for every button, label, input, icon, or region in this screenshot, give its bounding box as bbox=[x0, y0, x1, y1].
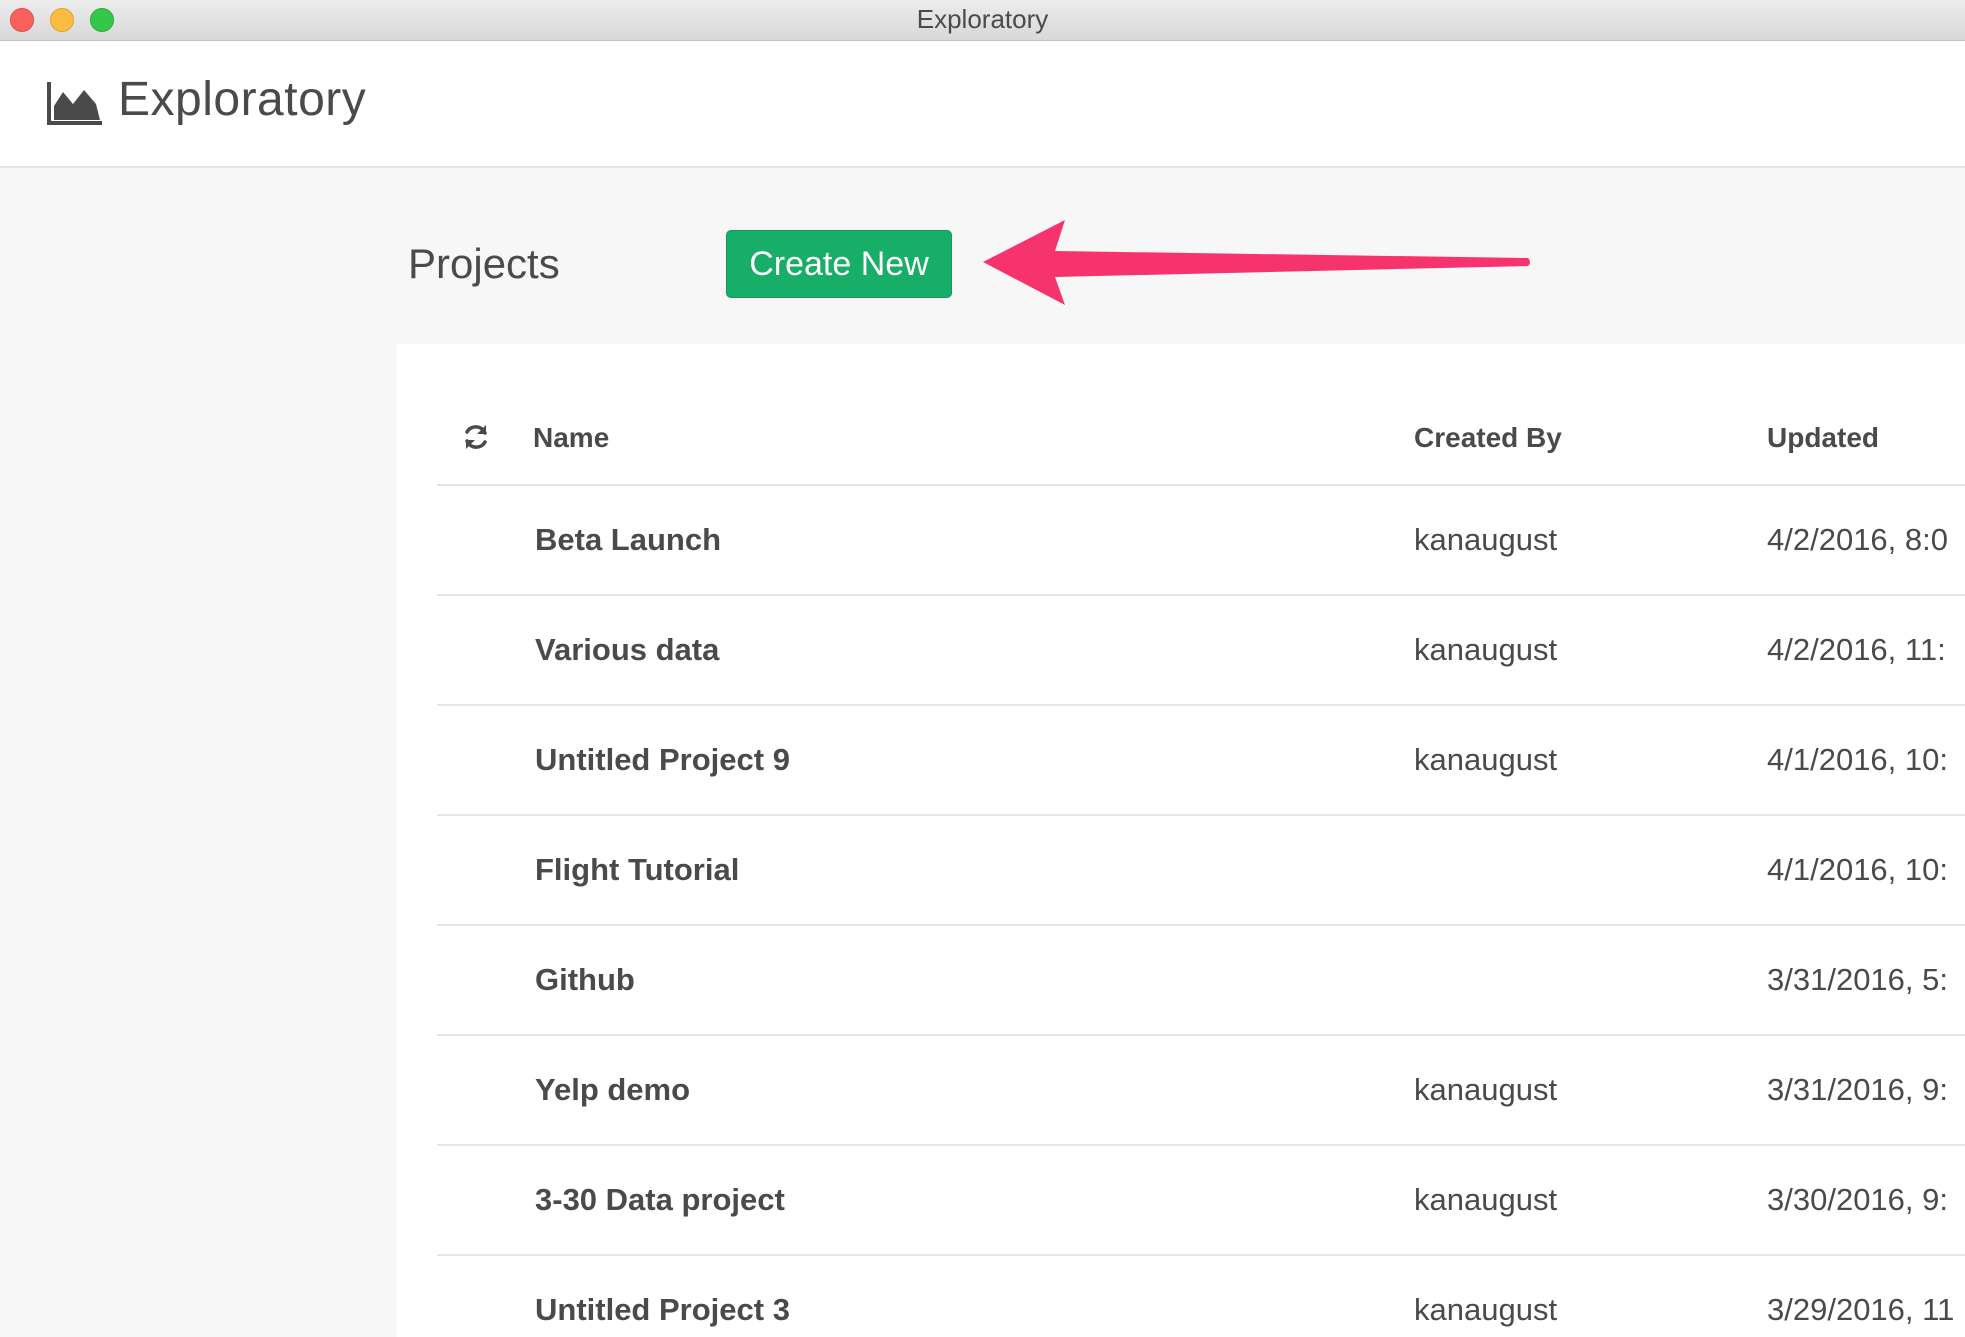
project-name[interactable]: Untitled Project 9 bbox=[535, 742, 790, 778]
project-updated: 3/29/2016, 11 bbox=[1767, 1292, 1955, 1327]
projects-list: Beta Launch kanaugust 4/2/2016, 8:0 Vari… bbox=[437, 486, 1965, 1337]
column-header-updated[interactable]: Updated bbox=[1767, 422, 1879, 454]
project-updated: 4/1/2016, 10: bbox=[1767, 742, 1948, 777]
window-titlebar: Exploratory bbox=[0, 0, 1965, 41]
project-name[interactable]: Flight Tutorial bbox=[535, 852, 739, 888]
projects-table-card: Name Created By Updated Beta Launch kana… bbox=[397, 344, 1965, 1337]
column-header-created-by[interactable]: Created By bbox=[1414, 422, 1562, 454]
column-header-name[interactable]: Name bbox=[533, 422, 609, 454]
project-name[interactable]: Untitled Project 3 bbox=[535, 1292, 790, 1328]
project-updated: 4/2/2016, 8:0 bbox=[1767, 522, 1948, 557]
project-name[interactable]: Beta Launch bbox=[535, 522, 721, 558]
project-updated: 3/30/2016, 9: bbox=[1767, 1182, 1948, 1217]
project-updated: 4/2/2016, 11: bbox=[1767, 632, 1946, 667]
table-row[interactable]: Untitled Project 3 kanaugust 3/29/2016, … bbox=[437, 1256, 1965, 1337]
project-updated: 4/1/2016, 10: bbox=[1767, 852, 1948, 887]
refresh-icon[interactable] bbox=[461, 422, 491, 452]
project-name[interactable]: 3-30 Data project bbox=[535, 1182, 785, 1218]
create-new-button[interactable]: Create New bbox=[726, 230, 952, 298]
area-chart-icon bbox=[47, 82, 102, 125]
table-row[interactable]: Untitled Project 9 kanaugust 4/1/2016, 1… bbox=[437, 706, 1965, 816]
project-name[interactable]: Github bbox=[535, 962, 635, 998]
project-created-by: kanaugust bbox=[1414, 522, 1558, 557]
project-name[interactable]: Various data bbox=[535, 632, 719, 668]
project-created-by: kanaugust bbox=[1414, 1292, 1558, 1327]
table-header: Name Created By Updated bbox=[437, 404, 1965, 486]
table-row[interactable]: Beta Launch kanaugust 4/2/2016, 8:0 bbox=[437, 486, 1965, 596]
table-row[interactable]: 3-30 Data project kanaugust 3/30/2016, 9… bbox=[437, 1146, 1965, 1256]
annotation-arrow-icon bbox=[983, 220, 1530, 305]
project-updated: 3/31/2016, 9: bbox=[1767, 1072, 1948, 1107]
project-updated: 3/31/2016, 5: bbox=[1767, 962, 1948, 997]
app-header: Exploratory bbox=[0, 42, 1965, 168]
project-created-by: kanaugust bbox=[1414, 1182, 1558, 1217]
project-created-by: kanaugust bbox=[1414, 742, 1558, 777]
table-row[interactable]: Various data kanaugust 4/2/2016, 11: bbox=[437, 596, 1965, 706]
page-title: Projects bbox=[408, 240, 560, 287]
project-name[interactable]: Yelp demo bbox=[535, 1072, 690, 1108]
table-row[interactable]: Flight Tutorial 4/1/2016, 10: bbox=[437, 816, 1965, 926]
table-row[interactable]: Github 3/31/2016, 5: bbox=[437, 926, 1965, 1036]
project-created-by: kanaugust bbox=[1414, 1072, 1558, 1107]
project-created-by: kanaugust bbox=[1414, 632, 1558, 667]
window-title: Exploratory bbox=[916, 4, 1049, 34]
table-row[interactable]: Yelp demo kanaugust 3/31/2016, 9: bbox=[437, 1036, 1965, 1146]
app-brand-name: Exploratory bbox=[118, 73, 367, 126]
